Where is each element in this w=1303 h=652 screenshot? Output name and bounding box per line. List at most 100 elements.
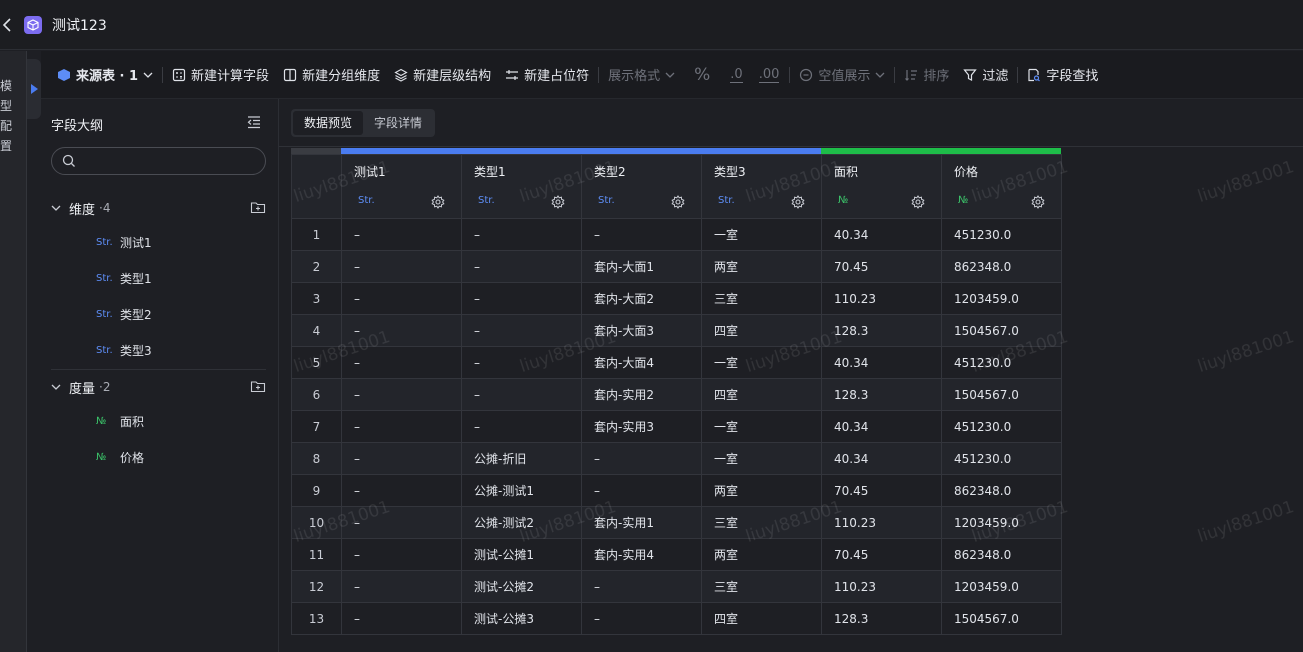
table-cell[interactable]: 一室 <box>701 346 822 379</box>
table-cell[interactable]: 两室 <box>701 474 822 507</box>
table-cell[interactable]: 128.3 <box>821 378 942 411</box>
table-cell[interactable]: 一室 <box>701 410 822 443</box>
table-cell[interactable]: 套内-实用1 <box>581 506 702 539</box>
table-cell[interactable]: 451230.0 <box>941 442 1062 475</box>
gear-icon[interactable] <box>911 195 925 213</box>
table-cell[interactable]: 110.23 <box>821 570 942 603</box>
table-cell[interactable]: 40.34 <box>821 410 942 443</box>
display-format-dropdown[interactable]: 展示格式 <box>601 61 682 89</box>
table-cell[interactable]: 套内-实用4 <box>581 538 702 571</box>
table-cell[interactable]: 四室 <box>701 378 822 411</box>
table-cell[interactable]: – <box>341 378 462 411</box>
table-cell[interactable]: 110.23 <box>821 506 942 539</box>
table-cell[interactable]: 四室 <box>701 314 822 347</box>
table-cell[interactable]: 1504567.0 <box>941 602 1062 635</box>
table-cell[interactable]: 862348.0 <box>941 474 1062 507</box>
table-cell[interactable]: 一室 <box>701 218 822 251</box>
percent-format-button[interactable]: % <box>682 61 722 89</box>
table-cell[interactable]: – <box>341 474 462 507</box>
column-header[interactable]: 价格 № <box>941 154 1062 219</box>
table-cell[interactable]: 测试-公摊1 <box>461 538 582 571</box>
add-folder-icon[interactable] <box>250 379 266 393</box>
collapse-panel-icon[interactable] <box>246 114 262 130</box>
new-calc-field-button[interactable]: 新建计算字段 <box>165 61 276 89</box>
gear-icon[interactable] <box>1031 195 1045 213</box>
dimension-field-item[interactable]: Str. 类型1 <box>96 268 152 288</box>
table-cell[interactable]: – <box>581 570 702 603</box>
table-cell[interactable]: 1504567.0 <box>941 314 1062 347</box>
table-cell[interactable]: – <box>581 218 702 251</box>
table-cell[interactable]: – <box>581 474 702 507</box>
table-cell[interactable]: 1203459.0 <box>941 506 1062 539</box>
field-search-button[interactable]: 字段查找 <box>1020 61 1105 89</box>
table-cell[interactable]: 40.34 <box>821 442 942 475</box>
table-cell[interactable]: 公摊-测试2 <box>461 506 582 539</box>
increase-decimal-button[interactable]: .0 <box>722 61 750 89</box>
table-cell[interactable]: 1203459.0 <box>941 282 1062 315</box>
table-cell[interactable]: 三室 <box>701 506 822 539</box>
table-cell[interactable]: 测试-公摊2 <box>461 570 582 603</box>
table-cell[interactable]: 451230.0 <box>941 218 1062 251</box>
gear-icon[interactable] <box>791 195 805 213</box>
table-cell[interactable]: 套内-大面4 <box>581 346 702 379</box>
new-placeholder-button[interactable]: 新建占位符 <box>498 61 596 89</box>
table-cell[interactable]: – <box>341 538 462 571</box>
null-display-dropdown[interactable]: 空值展示 <box>792 61 892 89</box>
column-header[interactable]: 类型2 Str. <box>581 154 702 219</box>
dimension-field-item[interactable]: Str. 测试1 <box>96 232 152 252</box>
table-cell[interactable]: 两室 <box>701 250 822 283</box>
column-header[interactable]: 类型1 Str. <box>461 154 582 219</box>
table-cell[interactable]: – <box>341 314 462 347</box>
table-cell[interactable]: 公摊-折旧 <box>461 442 582 475</box>
add-folder-icon[interactable] <box>250 200 266 214</box>
table-cell[interactable]: 451230.0 <box>941 410 1062 443</box>
table-cell[interactable]: 862348.0 <box>941 250 1062 283</box>
gear-icon[interactable] <box>551 195 565 213</box>
table-cell[interactable]: 测试-公摊3 <box>461 602 582 635</box>
table-cell[interactable]: 套内-大面2 <box>581 282 702 315</box>
table-cell[interactable]: – <box>341 282 462 315</box>
table-cell[interactable]: – <box>341 218 462 251</box>
measure-group-header[interactable]: 度量 ·2 <box>51 377 266 397</box>
table-cell[interactable]: 110.23 <box>821 282 942 315</box>
decrease-decimal-button[interactable]: .00 <box>751 61 788 89</box>
measure-field-item[interactable]: № 面积 <box>96 411 144 431</box>
table-cell[interactable]: 套内-大面3 <box>581 314 702 347</box>
sort-button[interactable]: 排序 <box>897 61 956 89</box>
new-group-dim-button[interactable]: 新建分组维度 <box>276 61 387 89</box>
column-header[interactable]: 面积 № <box>821 154 942 219</box>
table-cell[interactable]: 1504567.0 <box>941 378 1062 411</box>
dimension-field-item[interactable]: Str. 类型2 <box>96 304 152 324</box>
table-cell[interactable]: – <box>341 570 462 603</box>
table-cell[interactable]: 70.45 <box>821 538 942 571</box>
table-cell[interactable]: 三室 <box>701 570 822 603</box>
table-cell[interactable]: – <box>341 346 462 379</box>
table-cell[interactable]: 公摊-测试1 <box>461 474 582 507</box>
table-cell[interactable]: 套内-实用3 <box>581 410 702 443</box>
dimension-group-header[interactable]: 维度 ·4 <box>51 198 266 218</box>
table-cell[interactable]: – <box>341 602 462 635</box>
model-config-rail[interactable]: 模型配置 <box>0 51 27 652</box>
measure-field-item[interactable]: № 价格 <box>96 447 144 467</box>
table-cell[interactable]: 128.3 <box>821 314 942 347</box>
dimension-field-item[interactable]: Str. 类型3 <box>96 340 152 360</box>
table-cell[interactable]: – <box>461 250 582 283</box>
table-cell[interactable]: 40.34 <box>821 346 942 379</box>
table-cell[interactable]: 862348.0 <box>941 538 1062 571</box>
table-cell[interactable]: – <box>341 250 462 283</box>
filter-button[interactable]: 过滤 <box>956 61 1015 89</box>
back-arrow-icon[interactable] <box>0 15 14 35</box>
gear-icon[interactable] <box>671 195 685 213</box>
table-cell[interactable]: – <box>341 442 462 475</box>
new-hierarchy-button[interactable]: 新建层级结构 <box>387 61 498 89</box>
table-cell[interactable]: 两室 <box>701 538 822 571</box>
table-cell[interactable]: – <box>461 314 582 347</box>
tab-data-preview[interactable]: 数据预览 <box>293 111 364 135</box>
gear-icon[interactable] <box>431 195 445 213</box>
table-cell[interactable]: 1203459.0 <box>941 570 1062 603</box>
table-cell[interactable]: 451230.0 <box>941 346 1062 379</box>
table-cell[interactable]: – <box>461 282 582 315</box>
table-cell[interactable]: 套内-实用2 <box>581 378 702 411</box>
field-search-input[interactable] <box>80 152 260 170</box>
table-cell[interactable]: – <box>581 602 702 635</box>
